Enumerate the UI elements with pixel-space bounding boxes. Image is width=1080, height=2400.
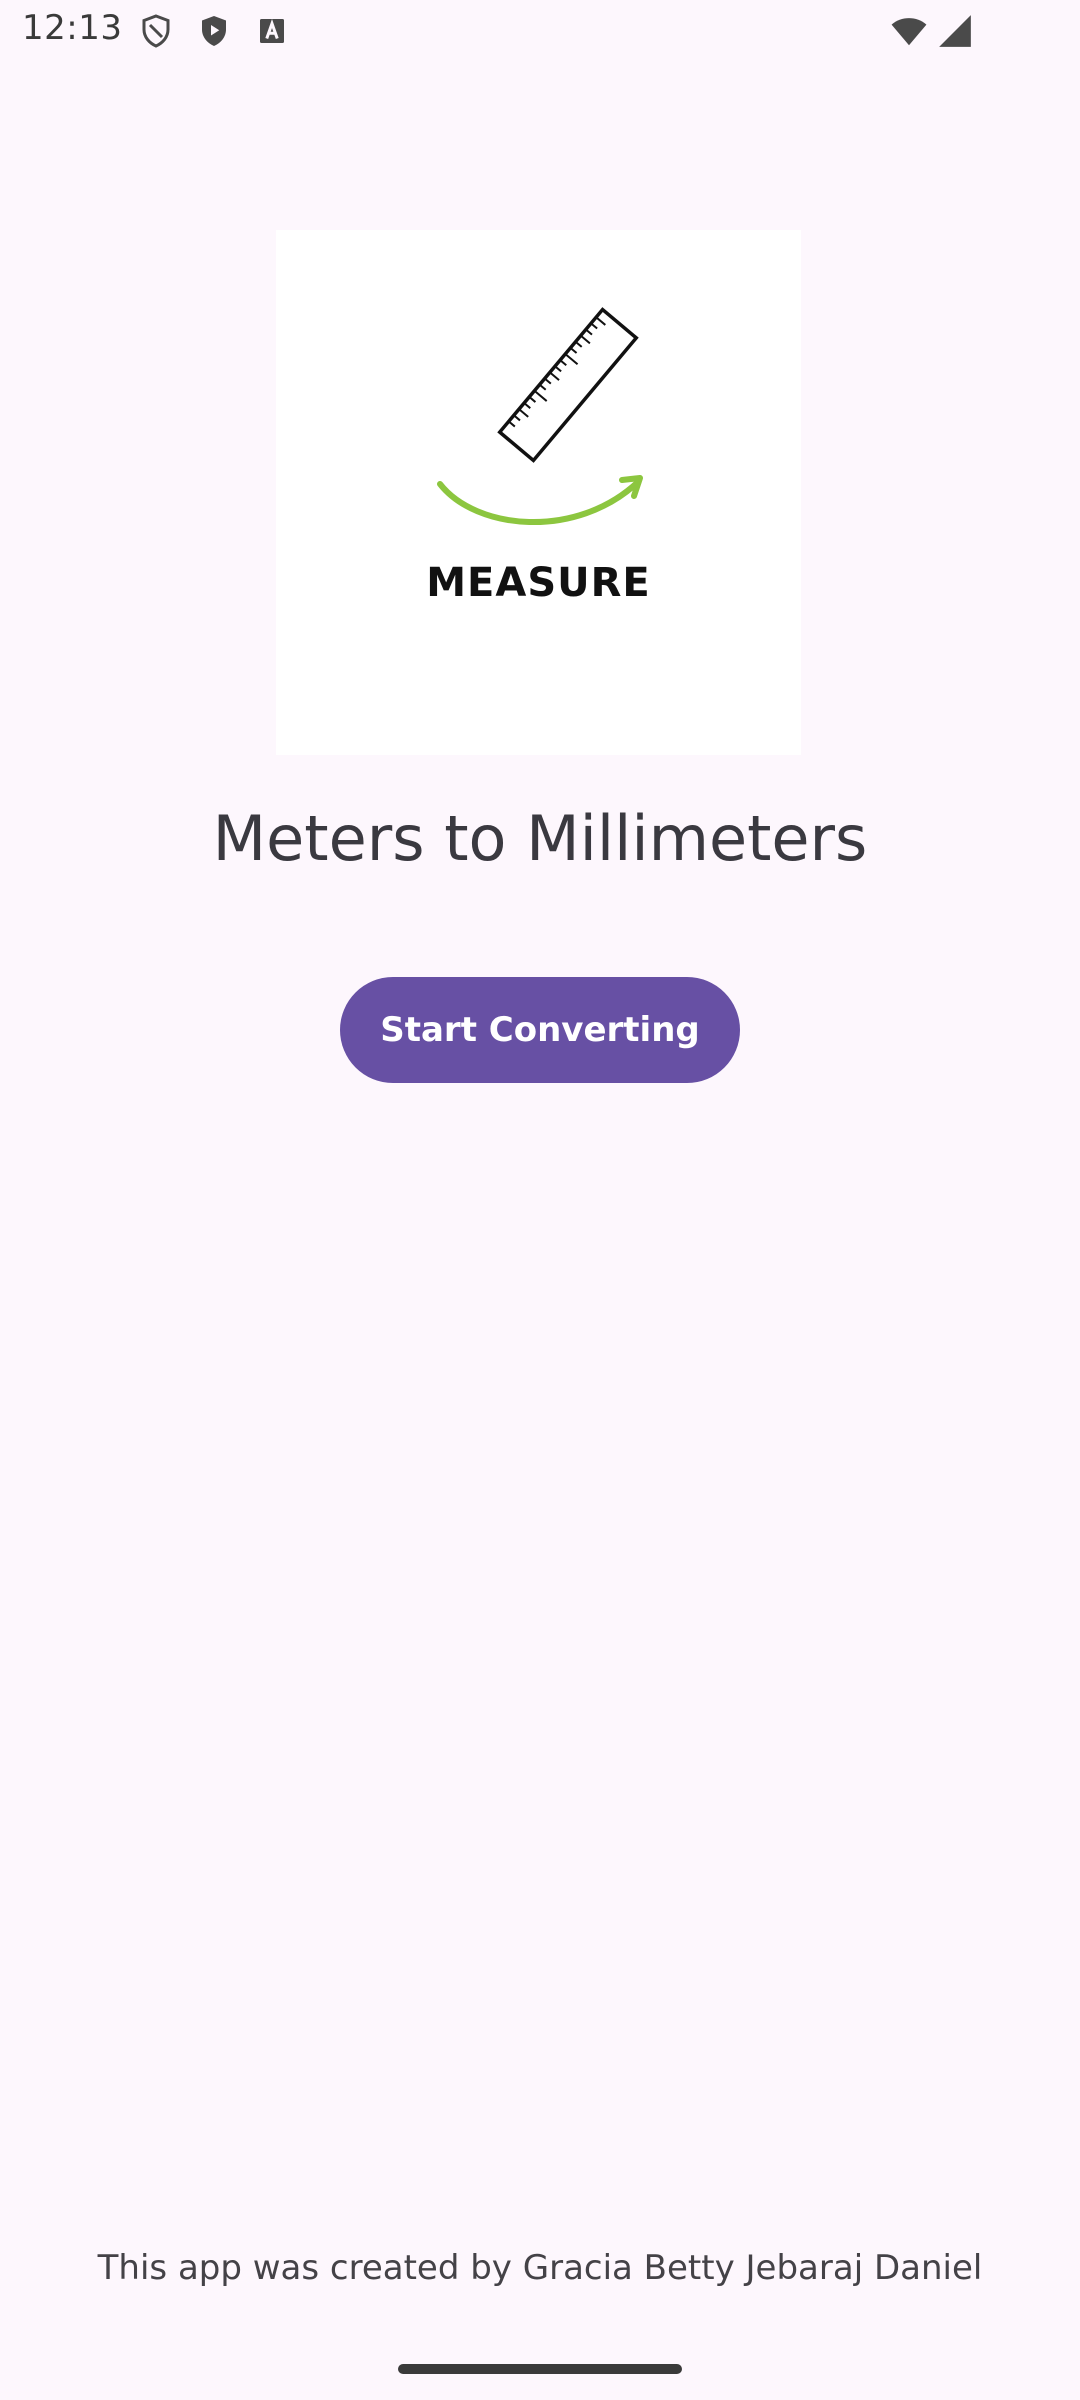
a-box-icon <box>254 12 290 50</box>
wifi-icon <box>888 12 930 50</box>
home-indicator[interactable] <box>398 2364 682 2374</box>
shield-outline-icon <box>138 12 174 50</box>
page-title: Meters to Millimeters <box>212 802 868 875</box>
status-bar: 12:13 <box>0 0 1080 62</box>
shield-play-icon <box>196 12 232 50</box>
ruler-icon <box>437 307 643 525</box>
logo-wordmark: MEASURE <box>426 560 651 606</box>
status-time: 12:13 <box>22 8 123 48</box>
app-logo: MEASURE <box>276 230 801 755</box>
start-converting-button[interactable]: Start Converting <box>340 977 740 1083</box>
cell-signal-icon <box>936 12 974 50</box>
credit-text: This app was created by Gracia Betty Jeb… <box>97 2248 983 2288</box>
